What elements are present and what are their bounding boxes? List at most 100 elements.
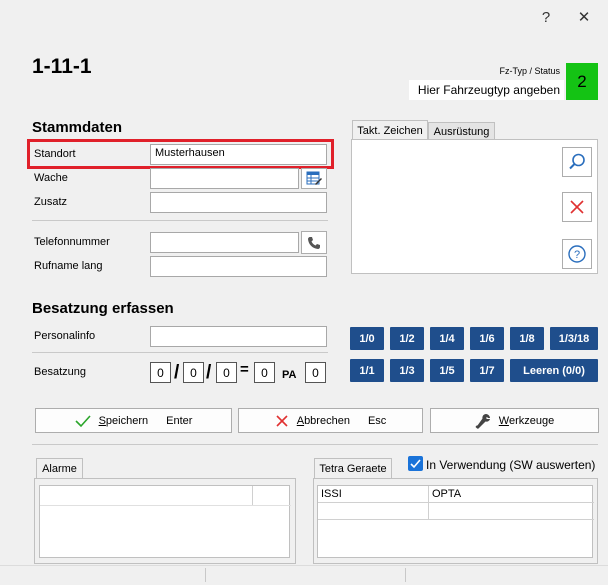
column-header-issi[interactable]: ISSI <box>318 486 429 503</box>
separator-slash: / <box>174 362 180 383</box>
zusatz-label: Zusatz <box>34 196 68 208</box>
in-verwendung-label: In Verwendung (SW auswerten) <box>426 458 596 472</box>
help-label: ? <box>541 8 551 26</box>
search-button[interactable] <box>562 147 592 177</box>
rufname-label: Rufname lang <box>34 260 103 272</box>
save-button[interactable]: Speichern Enter <box>35 408 232 433</box>
besatzung-verband-input[interactable]: 0 <box>150 362 171 383</box>
tab-takt-label: Takt. Zeichen <box>357 124 423 137</box>
verband-value: 0 <box>157 365 164 380</box>
tab-tetra-label: Tetra Geraete <box>319 462 387 475</box>
crew-button-1-5[interactable]: 1/5 <box>430 359 464 382</box>
crew-button-1-2[interactable]: 1/2 <box>390 327 424 350</box>
crew-button-label: 1/3/18 <box>558 332 590 345</box>
pa-input[interactable]: 0 <box>305 362 326 383</box>
besatzung-gruppe-input[interactable]: 0 <box>216 362 237 383</box>
crew-button-label: 1/1 <box>359 364 375 377</box>
tools-mnemonic: W <box>498 414 509 427</box>
fz-typ-label: Fz-Typ / Status <box>499 66 560 76</box>
crew-button-label: 1/5 <box>439 364 455 377</box>
page-title: 1-11-1 <box>32 55 92 78</box>
total-value: 0 <box>261 365 268 380</box>
besatzung-heading: Besatzung erfassen <box>32 300 174 317</box>
standort-input[interactable]: Musterhausen <box>150 144 327 165</box>
fahrzeugtyp-field[interactable]: Hier Fahrzeugtyp angeben <box>409 80 564 100</box>
close-button[interactable]: ✕ <box>568 1 600 33</box>
fahrzeugtyp-value: Hier Fahrzeugtyp angeben <box>417 83 560 97</box>
checkmark-icon <box>410 458 421 468</box>
wache-lookup-button[interactable] <box>301 168 327 189</box>
save-label-rest: peichern <box>105 414 149 427</box>
status-divider <box>405 568 406 582</box>
wrench-icon <box>475 413 490 429</box>
tab-tetra-geraete[interactable]: Tetra Geraete <box>314 458 392 478</box>
cancel-label-rest: bbrechen <box>304 414 350 427</box>
personalinfo-label: Personalinfo <box>34 330 96 342</box>
tools-button[interactable]: Werkzeuge <box>430 408 599 433</box>
besatzung-total: 0 <box>254 362 275 383</box>
besatzung-label: Besatzung <box>34 366 86 378</box>
crew-button-1-1[interactable]: 1/1 <box>350 359 384 382</box>
standort-label: Standort <box>34 148 76 160</box>
status-badge[interactable]: 2 <box>566 63 598 100</box>
row-divider <box>40 505 291 506</box>
crew-button-1-6[interactable]: 1/6 <box>470 327 504 350</box>
crew-button-label: 1/8 <box>519 332 535 345</box>
table-edit-icon <box>306 171 322 185</box>
crew-button-1-3-18[interactable]: 1/3/18 <box>550 327 598 350</box>
besatzung-zug-input[interactable]: 0 <box>183 362 204 383</box>
save-label: Speichern <box>99 415 149 427</box>
status-bar <box>0 565 608 585</box>
crew-button-label: 1/3 <box>399 364 415 377</box>
tab-ausruestung-label: Ausrüstung <box>433 125 490 138</box>
table-cell[interactable] <box>429 503 594 520</box>
crew-button-label: Leeren (0/0) <box>523 364 585 377</box>
personalinfo-input[interactable] <box>150 326 327 347</box>
crew-button-label: 1/6 <box>479 332 495 345</box>
crew-button-1-3[interactable]: 1/3 <box>390 359 424 382</box>
telefon-input[interactable] <box>150 232 299 253</box>
info-button[interactable]: ? <box>562 239 592 269</box>
column-divider <box>252 486 253 505</box>
crew-button-label: 1/7 <box>479 364 495 377</box>
table-cell[interactable] <box>318 503 429 520</box>
clear-crew-button[interactable]: Leeren (0/0) <box>510 359 598 382</box>
remove-button[interactable] <box>562 192 592 222</box>
crew-button-1-0[interactable]: 1/0 <box>350 327 384 350</box>
help-button[interactable]: ? <box>530 1 562 33</box>
divider <box>32 444 598 445</box>
close-icon: ✕ <box>577 9 591 26</box>
close-icon <box>276 414 288 427</box>
opta-header-label: OPTA <box>432 488 462 500</box>
zug-value: 0 <box>190 365 197 380</box>
pa-value: 0 <box>312 365 319 380</box>
save-shortcut: Enter <box>166 414 193 427</box>
rufname-input[interactable] <box>150 256 327 277</box>
crew-button-label: 1/0 <box>359 332 375 345</box>
tab-ausruestung[interactable]: Ausrüstung <box>428 122 495 140</box>
telefon-label: Telefonnummer <box>34 236 110 248</box>
close-icon <box>570 200 584 214</box>
divider <box>32 352 328 353</box>
tab-alarme-label: Alarme <box>42 462 77 475</box>
crew-button-1-8[interactable]: 1/8 <box>510 327 544 350</box>
cancel-button[interactable]: Abbrechen Esc <box>238 408 423 433</box>
wache-input[interactable] <box>150 168 299 189</box>
crew-button-1-4[interactable]: 1/4 <box>430 327 464 350</box>
tab-takt-zeichen[interactable]: Takt. Zeichen <box>352 120 428 140</box>
crew-button-1-7[interactable]: 1/7 <box>470 359 504 382</box>
call-button[interactable] <box>301 231 327 254</box>
stammdaten-heading: Stammdaten <box>32 119 123 136</box>
divider <box>32 220 328 221</box>
alarme-list[interactable] <box>39 485 291 558</box>
column-header-opta[interactable]: OPTA <box>429 486 594 503</box>
takt-zeichen-panel <box>351 139 598 274</box>
tab-alarme[interactable]: Alarme <box>36 458 83 478</box>
tetra-table[interactable]: ISSI OPTA <box>317 485 594 558</box>
cancel-label: Abbrechen <box>297 415 350 427</box>
search-icon <box>569 153 585 170</box>
zusatz-input[interactable] <box>150 192 327 213</box>
in-verwendung-checkbox[interactable] <box>408 456 423 471</box>
crew-button-label: 1/2 <box>399 332 415 345</box>
standort-value: Musterhausen <box>155 147 225 159</box>
